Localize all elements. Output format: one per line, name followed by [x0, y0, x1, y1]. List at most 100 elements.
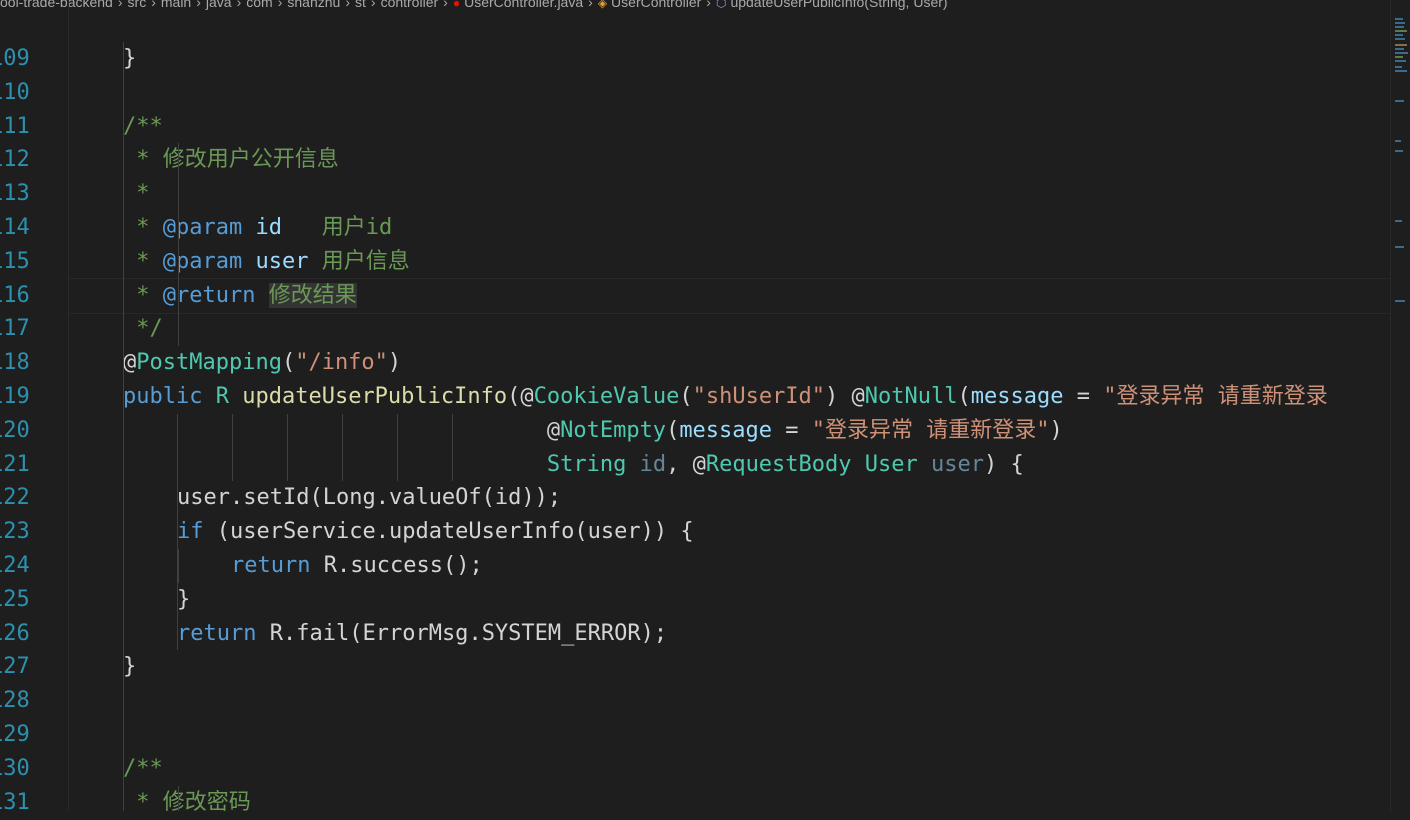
code-line[interactable]: @NotEmpty(message = "登录异常 请重新登录") [69, 414, 1390, 448]
minimap-line [1395, 140, 1401, 142]
code-token: "shUserId" [692, 384, 826, 409]
breadcrumb-label: main [160, 0, 192, 10]
code-token: * [123, 181, 150, 207]
code-token: NotEmpty [560, 417, 667, 443]
line-number: 129 [0, 722, 30, 747]
code-line[interactable]: user.setId(Long.valueOf(id)); [69, 481, 1390, 515]
code-line[interactable]: } [69, 583, 1390, 617]
code-token: user [242, 248, 309, 274]
code-line[interactable]: if (userService.updateUserInfo(user)) { [69, 515, 1390, 549]
breadcrumb-item[interactable]: java [206, 0, 232, 12]
code-line[interactable]: @PostMapping("/info") [69, 346, 1390, 380]
breadcrumb-separator-icon: › [196, 0, 201, 10]
minimap-line [1395, 300, 1405, 302]
code-token: * [123, 248, 163, 274]
code-token: , @ [666, 451, 706, 477]
code-token: user [931, 451, 984, 477]
breadcrumb-item[interactable]: com [246, 0, 272, 12]
breadcrumb-separator-icon: › [345, 0, 350, 10]
line-number: 112 [0, 147, 30, 173]
code-token: valueOf [388, 485, 482, 511]
minimap-line [1395, 44, 1407, 46]
code-token: /** [123, 113, 163, 139]
code-token: } [123, 654, 137, 680]
method-icon: ⬡ [715, 0, 727, 10]
line-number: 118 [0, 350, 30, 376]
code-line[interactable]: * 修改密码 [69, 786, 1390, 811]
code-token: 修改结果 [268, 282, 357, 308]
code-line[interactable]: */ [69, 312, 1390, 346]
code-line[interactable]: * @param id 用户id [69, 211, 1390, 245]
line-number: 110 [0, 79, 30, 105]
code-line[interactable]: /** [69, 752, 1390, 786]
code-token: id [494, 485, 522, 511]
breadcrumb-label: controller [380, 0, 439, 10]
code-line[interactable]: String id, @RequestBody User user) { [69, 448, 1390, 482]
breadcrumb-item[interactable]: ⬡ updateUserPublicInfo(String, User) [716, 0, 948, 12]
breadcrumb-item[interactable]: controller [381, 0, 439, 12]
breadcrumb-separator-icon: › [588, 0, 593, 10]
breadcrumb-item[interactable]: shanzhu [287, 0, 340, 12]
breadcrumb-label: ool-trade-backend [0, 0, 113, 10]
breadcrumb-item[interactable]: ◈ UserController [598, 0, 701, 12]
code-token: ( [309, 485, 323, 511]
breadcrumb-separator-icon: › [277, 0, 283, 10]
line-number: 123 [0, 519, 30, 545]
breadcrumb-item[interactable]: st [355, 0, 366, 12]
code-line[interactable]: * 修改用户公开信息 [69, 143, 1390, 177]
breadcrumb-item[interactable]: main [161, 0, 191, 12]
code-line[interactable] [69, 718, 1390, 752]
code-line[interactable]: public R updateUserPublicInfo(@CookieVal… [69, 380, 1390, 414]
code-editor[interactable]: return R.success(userService.getUser(Lon… [69, 42, 1390, 811]
code-line[interactable]: return R.fail(ErrorMsg.SYSTEM_ERROR); [69, 617, 1390, 651]
indent-guide [178, 785, 179, 811]
code-token: if [177, 519, 204, 545]
line-number-gutter: 109 110 111 112 113 114 115 116 117 118 119 120 121 1… [0, 42, 68, 815]
minimap-line [1395, 52, 1408, 54]
code-token: CookieValue [533, 384, 680, 409]
line-number: 127 [0, 654, 30, 680]
code-token: * 修改用户公开信息 [123, 147, 339, 173]
code-line[interactable]: /** [69, 110, 1390, 144]
code-token: /** [123, 755, 163, 781]
code-token: } [123, 46, 137, 71]
code-token: . [282, 620, 297, 646]
breadcrumb: ool-trade-backend › src › main › java › com › shan… [0, 0, 1390, 12]
breadcrumb-item[interactable]: ool-trade-backend [0, 0, 113, 12]
code-token: id [639, 451, 667, 477]
code-token: Long [322, 485, 376, 511]
code-token: @param [162, 248, 243, 274]
code-token: )); [521, 485, 562, 511]
minimap[interactable] [1390, 0, 1410, 811]
code-token: ) [387, 350, 402, 376]
code-token: public [123, 384, 203, 409]
code-line[interactable]: * @param user 用户信息 [69, 245, 1390, 279]
minimap-line [1395, 34, 1403, 36]
code-line[interactable]: * [69, 177, 1390, 211]
code-line[interactable] [69, 76, 1390, 110]
minimap-line [1395, 30, 1407, 32]
minimap-line [1395, 48, 1404, 50]
minimap-line [1395, 220, 1402, 222]
code-line[interactable]: } [69, 42, 1390, 76]
code-token: SYSTEM_ERROR [481, 620, 641, 646]
code-token: * 修改密码 [123, 789, 251, 811]
breadcrumb-item[interactable]: src [128, 0, 147, 12]
code-token: updateUserPublicInfo [242, 384, 508, 409]
minimap-line [1395, 100, 1404, 102]
code-line[interactable]: } [69, 650, 1390, 684]
code-line[interactable] [69, 684, 1390, 718]
code-token: RequestBody [705, 451, 852, 477]
code-token: @param [162, 215, 243, 240]
breadcrumb-item[interactable]: ● UserController.java [453, 0, 583, 12]
code-line[interactable]: return R.success(); [69, 549, 1390, 583]
indent-guide [287, 413, 288, 482]
code-line[interactable]: * @return 修改结果 [69, 277, 1390, 314]
indent-guide [232, 413, 233, 482]
line-number: 111 [0, 113, 30, 139]
